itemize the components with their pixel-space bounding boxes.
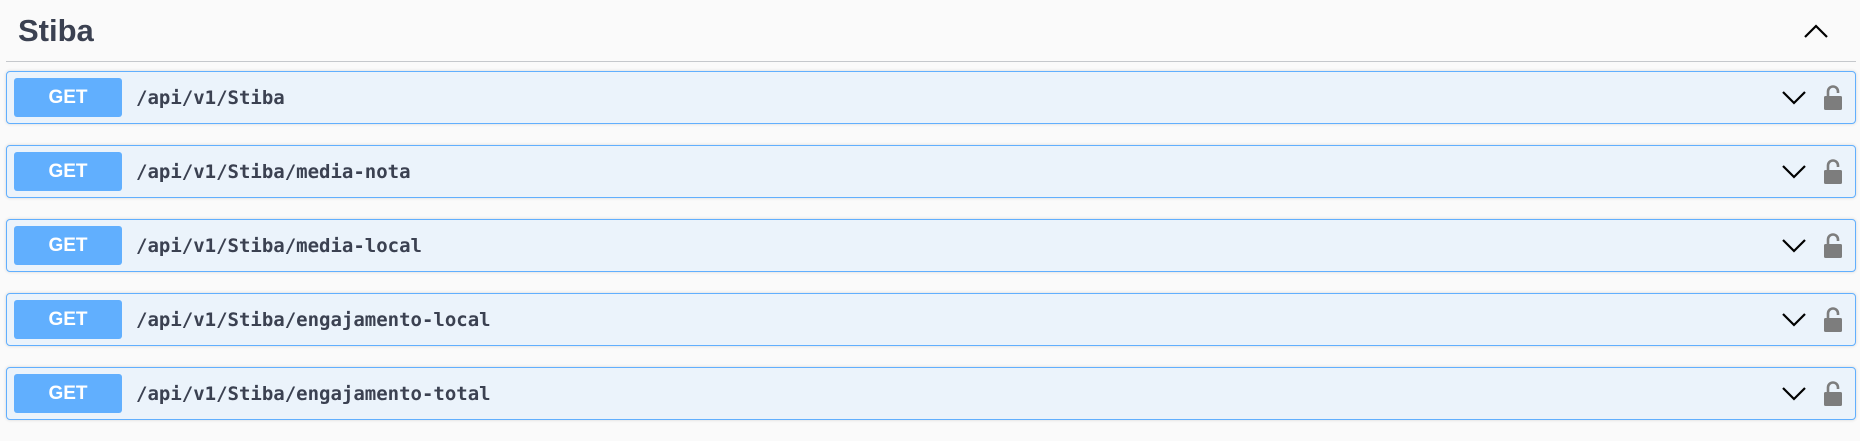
operation-icons xyxy=(1779,220,1845,271)
authorization-button[interactable] xyxy=(1821,157,1845,187)
tag-section-stiba: Stiba GET /api/v1/Stiba GET /api/v1/Stib… xyxy=(6,0,1856,441)
method-badge: GET xyxy=(14,78,122,117)
operation-path: /api/v1/Stiba/media-local xyxy=(136,234,422,257)
operation-path: /api/v1/Stiba/engajamento-local xyxy=(136,308,491,331)
operation-path: /api/v1/Stiba/media-nota xyxy=(136,160,411,183)
operation-icons xyxy=(1779,72,1845,123)
method-badge: GET xyxy=(14,226,122,265)
operation-path: /api/v1/Stiba xyxy=(136,86,285,109)
chevron-down-icon xyxy=(1782,312,1806,327)
chevron-down-icon xyxy=(1782,164,1806,179)
method-badge: GET xyxy=(14,152,122,191)
unlocked-icon xyxy=(1824,380,1842,406)
authorization-button[interactable] xyxy=(1821,231,1845,261)
unlocked-icon xyxy=(1824,158,1842,184)
authorization-button[interactable] xyxy=(1821,305,1845,335)
expand-button[interactable] xyxy=(1779,231,1809,261)
operation-get-stiba-media-nota[interactable]: GET /api/v1/Stiba/media-nota xyxy=(6,145,1856,198)
chevron-down-icon xyxy=(1782,386,1806,401)
operation-icons xyxy=(1779,294,1845,345)
operations-list: GET /api/v1/Stiba GET /api/v1/Stiba/medi… xyxy=(6,71,1856,420)
authorization-button[interactable] xyxy=(1821,83,1845,113)
operation-icons xyxy=(1779,146,1845,197)
expand-button[interactable] xyxy=(1779,379,1809,409)
operation-get-stiba-engajamento-local[interactable]: GET /api/v1/Stiba/engajamento-local xyxy=(6,293,1856,346)
expand-button[interactable] xyxy=(1779,83,1809,113)
expand-button[interactable] xyxy=(1779,305,1809,335)
operation-get-stiba-engajamento-total[interactable]: GET /api/v1/Stiba/engajamento-total xyxy=(6,367,1856,420)
tag-header[interactable]: Stiba xyxy=(6,0,1856,62)
chevron-down-icon xyxy=(1782,238,1806,253)
collapse-button[interactable] xyxy=(1796,11,1836,51)
method-badge: GET xyxy=(14,300,122,339)
chevron-up-icon xyxy=(1804,23,1828,38)
operation-get-stiba-media-local[interactable]: GET /api/v1/Stiba/media-local xyxy=(6,219,1856,272)
tag-title: Stiba xyxy=(18,12,94,48)
unlocked-icon xyxy=(1824,84,1842,110)
method-badge: GET xyxy=(14,374,122,413)
expand-button[interactable] xyxy=(1779,157,1809,187)
operation-path: /api/v1/Stiba/engajamento-total xyxy=(136,382,491,405)
unlocked-icon xyxy=(1824,232,1842,258)
unlocked-icon xyxy=(1824,306,1842,332)
operation-icons xyxy=(1779,368,1845,419)
chevron-down-icon xyxy=(1782,90,1806,105)
operation-get-stiba[interactable]: GET /api/v1/Stiba xyxy=(6,71,1856,124)
authorization-button[interactable] xyxy=(1821,379,1845,409)
